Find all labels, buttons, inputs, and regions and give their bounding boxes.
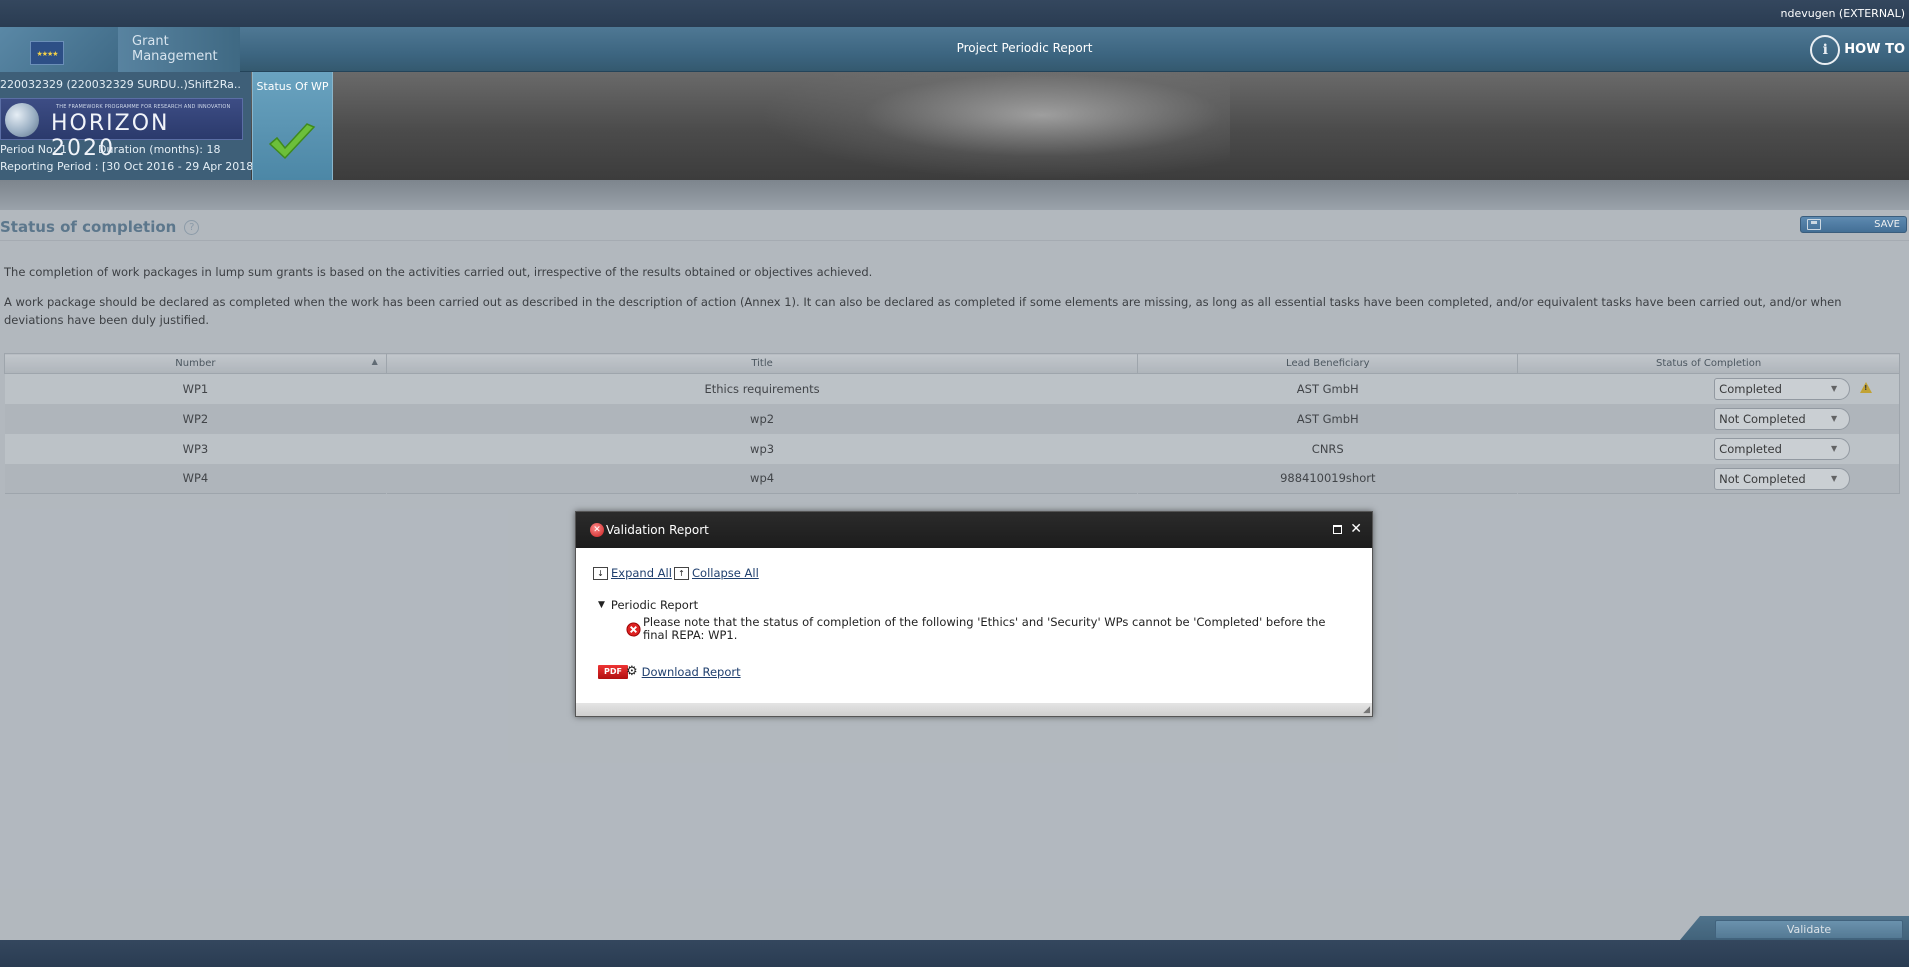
maximize-icon[interactable] <box>1333 525 1342 534</box>
resize-handle-icon[interactable]: ◢ <box>1363 705 1370 715</box>
dialog-title-bar[interactable]: ✕ Validation Report ✕ <box>576 512 1372 548</box>
how-to-label: HOW TO <box>1844 42 1905 57</box>
footer-bar <box>0 940 1909 967</box>
checkmark-icon <box>268 123 316 160</box>
app-header: ★★★★ Grant Management Project Periodic R… <box>0 27 1909 72</box>
dialog-body: ↓ Expand All ↑ Collapse All ▼ Periodic R… <box>576 548 1372 703</box>
download-report-row[interactable]: PDF ⚙ Download Report <box>598 664 741 679</box>
project-duration: Duration (months): 18 <box>98 143 221 156</box>
info-circle-icon: i <box>1810 34 1841 65</box>
download-report-link[interactable]: Download Report <box>642 665 741 679</box>
error-icon <box>626 622 641 637</box>
user-name: ndevugen (EXTERNAL) <box>1780 7 1906 20</box>
dialog-footer: ◢ <box>576 703 1372 716</box>
validation-message: Please note that the status of completio… <box>643 615 1326 642</box>
reporting-period: Reporting Period : [30 Oct 2016 - 29 Apr… <box>0 160 258 173</box>
collapse-all-control[interactable]: ↑ Collapse All <box>674 566 759 580</box>
how-to-button[interactable]: i HOW TO <box>1810 33 1905 66</box>
close-icon[interactable]: ✕ <box>1350 521 1362 537</box>
validation-report-dialog: ✕ Validation Report ✕ ↓ Expand All ↑ Col… <box>575 511 1373 717</box>
expand-all-link[interactable]: Expand All <box>611 566 672 580</box>
collapse-all-icon: ↑ <box>674 566 689 580</box>
dialog-title: Validation Report <box>606 523 709 537</box>
triangle-down-icon[interactable]: ▼ <box>598 600 605 610</box>
status-of-wp-label: Status Of WP <box>256 80 329 93</box>
period-number: Period No: 1 <box>0 143 67 156</box>
gear-icon: ⚙ <box>626 664 638 679</box>
pdf-icon: PDF <box>598 664 628 679</box>
user-bar: ndevugen (EXTERNAL) <box>0 0 1909 27</box>
error-icon: ✕ <box>590 523 604 537</box>
project-id: 220032329 (220032329 SURDU..)Shift2Ra.. <box>0 78 241 91</box>
globe-icon <box>5 103 39 137</box>
tree-node-label: Periodic Report <box>610 598 699 612</box>
banner-artwork <box>760 72 1230 180</box>
tree-node-periodic-report[interactable]: ▼ Periodic Report <box>598 598 698 612</box>
expand-all-control[interactable]: ↓ Expand All <box>593 566 672 580</box>
horizon-2020-logo: THE FRAMEWORK PROGRAMME FOR RESEARCH AND… <box>0 98 243 161</box>
expand-all-icon: ↓ <box>593 566 608 580</box>
project-info-panel: 220032329 (220032329 SURDU..)Shift2Ra.. … <box>0 72 258 180</box>
programme-tagline: THE FRAMEWORK PROGRAMME FOR RESEARCH AND… <box>56 104 231 110</box>
collapse-all-link[interactable]: Collapse All <box>692 566 759 580</box>
toolbar-band <box>0 180 1909 210</box>
page-title: Project Periodic Report <box>956 41 1093 55</box>
status-of-wp-tab[interactable]: Status Of WP <box>252 72 333 180</box>
